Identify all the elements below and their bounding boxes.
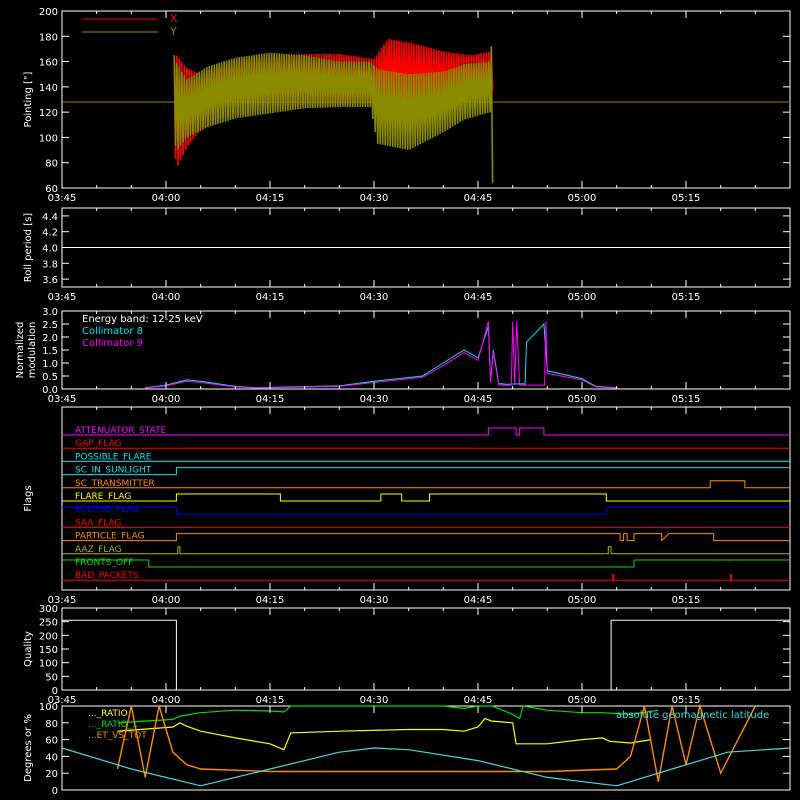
- y-tick-label: 0.0: [42, 385, 58, 396]
- legend-label-y: Y: [169, 25, 177, 38]
- y-tick-label: 20: [45, 769, 58, 780]
- flag-label-particle-flag: PARTICLE_FLAG: [75, 532, 145, 542]
- x-tick-label: 04:30: [360, 695, 389, 706]
- y-tick-label: 2.5: [42, 320, 58, 331]
- x-tick-label: 04:00: [152, 595, 181, 606]
- y-tick-label: 4.4: [42, 212, 58, 223]
- x-tick-label: 03:45: [48, 292, 77, 303]
- x-tick-label: 04:15: [256, 695, 285, 706]
- y-tick-label: 3.6: [42, 275, 58, 286]
- x-tick-label: 04:15: [256, 292, 285, 303]
- latitude-legend-label: absolute geomagnetic latitude: [616, 710, 769, 721]
- x-tick-label: 05:00: [568, 595, 597, 606]
- y-tick-label: 80: [45, 719, 58, 730]
- y-tick-label: 300: [39, 604, 58, 615]
- x-tick-label: 04:15: [256, 193, 285, 204]
- y-tick-label: 60: [45, 736, 58, 747]
- ratio-legend-label: ...ET_VS_TOT: [88, 731, 147, 741]
- y-axis-label: Normalized: [15, 322, 26, 379]
- legend-label-x: X: [170, 12, 178, 25]
- x-tick-label: 05:00: [568, 292, 597, 303]
- flag-label-gap-flag: GAP_FLAG: [75, 439, 121, 449]
- y-tick-label: 100: [39, 702, 58, 713]
- y-axis-label: Roll period [s]: [23, 213, 34, 282]
- y-tick-label: 100: [39, 133, 58, 144]
- x-tick-label: 04:00: [152, 695, 181, 706]
- x-tick-label: 04:00: [152, 394, 181, 405]
- x-tick-label: 04:00: [152, 193, 181, 204]
- y-tick-label: 140: [39, 83, 58, 94]
- flag-label-sc-transmitter: SC_TRANSMITTER: [75, 479, 155, 489]
- flag-label-possible-flare: POSSIBLE_FLARE: [75, 452, 152, 462]
- y-axis-label: Pointing ["]: [23, 71, 34, 127]
- y-tick-label: 80: [45, 159, 58, 170]
- y-tick-label: 100: [39, 659, 58, 670]
- y-tick-label: 2.0: [42, 333, 58, 344]
- y-tick-label: 60: [45, 184, 58, 195]
- flag-label-eclipse-flag: ECLIPSE_FLAG: [75, 505, 139, 515]
- x-tick-label: 05:15: [672, 193, 701, 204]
- flag-label-flare-flag: FLARE_FLAG: [75, 492, 131, 502]
- y-axis-label: Flags: [23, 485, 34, 511]
- y-axis-label: Degrees or %: [23, 714, 34, 782]
- x-tick-label: 05:00: [568, 695, 597, 706]
- legend-label-collimator-9: Collimator 9: [82, 338, 143, 349]
- flag-label-saa-flag: SAA_FLAG: [75, 518, 121, 528]
- energy-band-label: Energy band: 12-25 keV: [82, 314, 203, 325]
- x-tick-label: 04:45: [464, 292, 493, 303]
- y-tick-label: 200: [39, 631, 58, 642]
- x-tick-label: 05:15: [672, 595, 701, 606]
- x-tick-label: 04:15: [256, 394, 285, 405]
- y-tick-label: 150: [39, 645, 58, 656]
- y-tick-label: 160: [39, 58, 58, 69]
- flag-label-attenuator-state: ATTENUATOR_STATE: [75, 426, 167, 436]
- y-axis-label: Quality: [23, 631, 34, 667]
- y-tick-label: 4.0: [42, 244, 58, 255]
- flag-label-bad-packets: BAD_PACKETS: [75, 571, 139, 581]
- x-tick-label: 04:30: [360, 193, 389, 204]
- x-tick-label: 05:00: [568, 394, 597, 405]
- x-tick-label: 05:15: [672, 695, 701, 706]
- x-tick-label: 05:00: [568, 193, 597, 204]
- legend-label-collimator-8: Collimator 8: [82, 326, 143, 337]
- x-tick-label: 04:45: [464, 595, 493, 606]
- y-tick-label: 3.8: [42, 259, 58, 270]
- y-tick-label: 50: [45, 672, 58, 683]
- x-tick-label: 04:15: [256, 595, 285, 606]
- y-tick-label: 3.0: [42, 307, 58, 318]
- flag-label-fronts-off: FRONTS_OFF: [75, 558, 133, 568]
- y-axis-label: modulation: [27, 322, 38, 379]
- y-tick-label: 250: [39, 618, 58, 629]
- y-tick-label: 1.0: [42, 359, 58, 370]
- x-tick-label: 05:15: [672, 394, 701, 405]
- x-tick-label: 04:45: [464, 394, 493, 405]
- chart-canvas: XY 03:45 04:00 04:15 04:30 04:45 05:00 05:15 60 8…: [0, 0, 800, 800]
- x-tick-label: 04:30: [360, 394, 389, 405]
- ratio-legend-label: ..._RATIO_...: [88, 720, 141, 730]
- x-tick-label: 04:30: [360, 292, 389, 303]
- x-tick-label: 04:45: [464, 193, 493, 204]
- x-tick-label: 04:45: [464, 695, 493, 706]
- x-tick-label: 04:30: [360, 595, 389, 606]
- x-tick-label: 04:00: [152, 292, 181, 303]
- x-tick-label: 05:15: [672, 292, 701, 303]
- y-tick-label: 1.5: [42, 346, 58, 357]
- y-tick-label: 40: [45, 752, 58, 763]
- flag-label-aaz-flag: AAZ_FLAG: [75, 545, 122, 555]
- ratio-legend-label: ..._RATIO: [88, 709, 128, 719]
- flag-label-sc-in-sunlight: SC_IN_SUNLIGHT: [75, 466, 152, 476]
- y-tick-label: 4.2: [42, 228, 58, 239]
- y-tick-label: 0: [52, 786, 58, 797]
- y-tick-label: 0: [52, 686, 58, 697]
- y-tick-label: 200: [39, 7, 58, 18]
- y-tick-label: 0.5: [42, 372, 58, 383]
- y-tick-label: 120: [39, 108, 58, 119]
- y-tick-label: 180: [39, 32, 58, 43]
